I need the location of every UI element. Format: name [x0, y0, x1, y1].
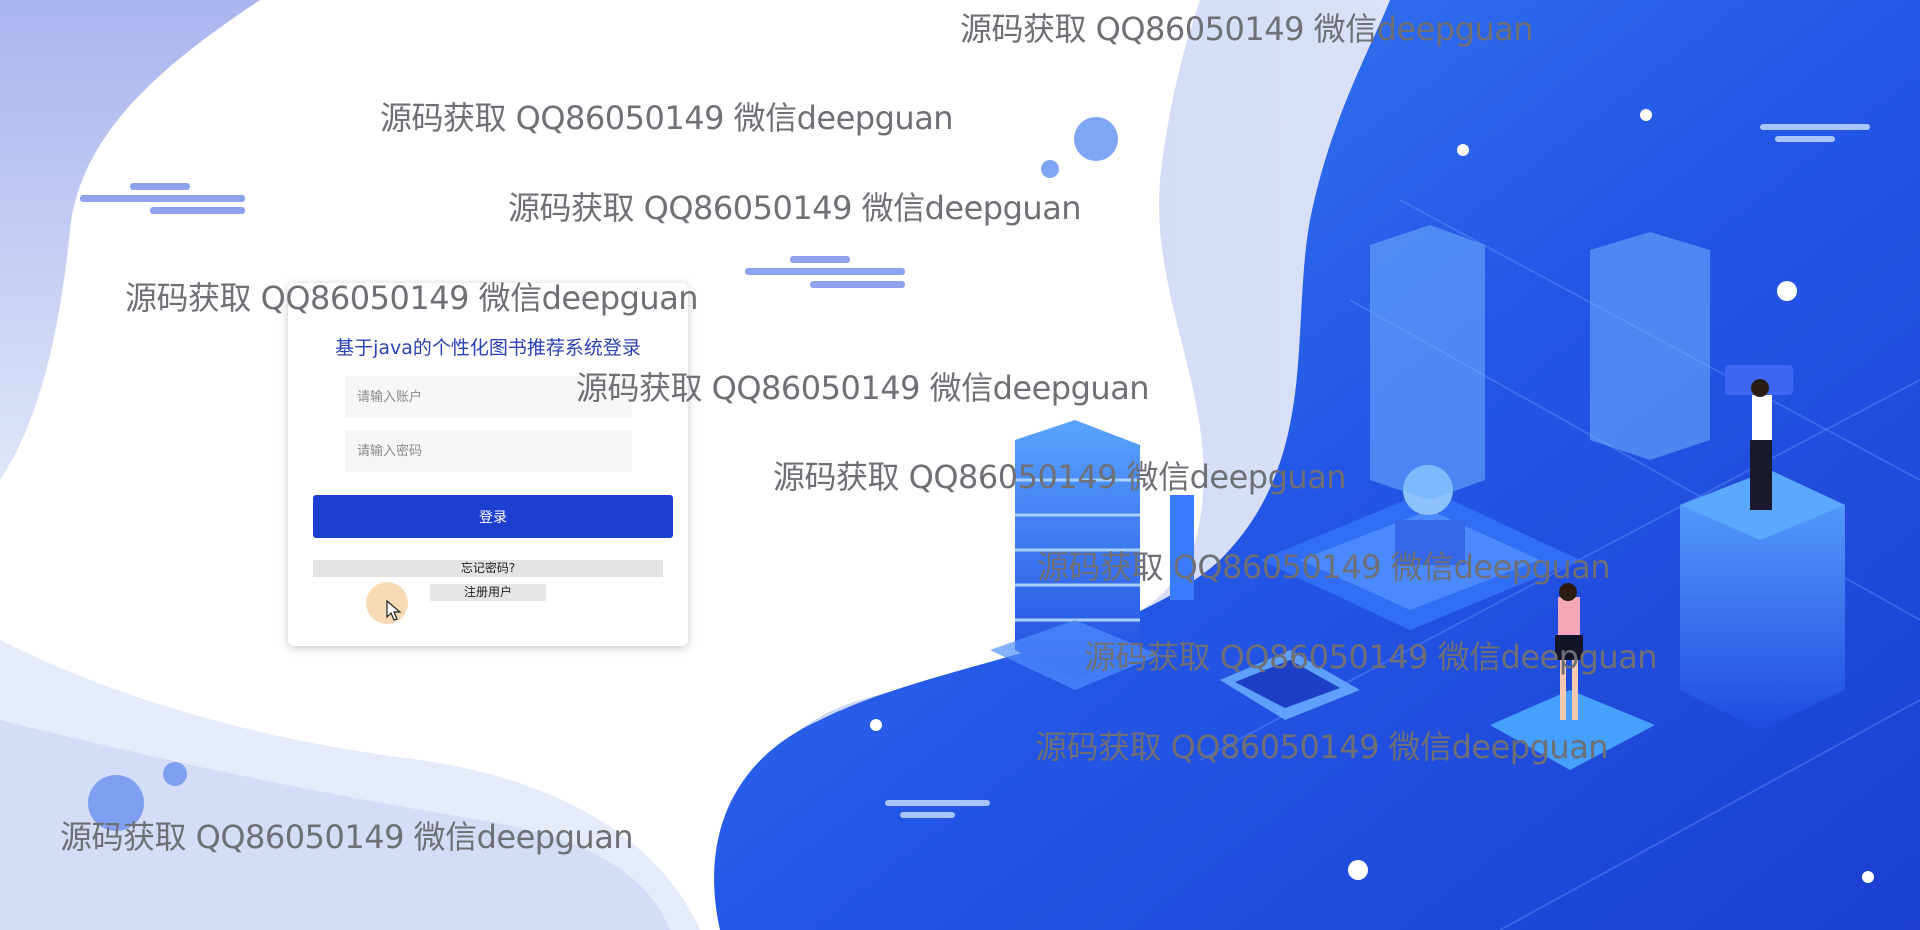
- left-blob: [0, 0, 260, 480]
- login-button[interactable]: 登录: [313, 495, 673, 538]
- login-title: 基于java的个性化图书推荐系统登录: [335, 337, 641, 359]
- username-input[interactable]: [345, 376, 632, 418]
- forgot-password-button[interactable]: 忘记密码?: [313, 560, 663, 577]
- password-input[interactable]: [345, 430, 632, 472]
- login-card: 基于java的个性化图书推荐系统登录 登录 忘记密码? 注册用户: [288, 283, 688, 646]
- register-button[interactable]: 注册用户: [430, 584, 546, 601]
- mouse-cursor-icon: [386, 600, 402, 621]
